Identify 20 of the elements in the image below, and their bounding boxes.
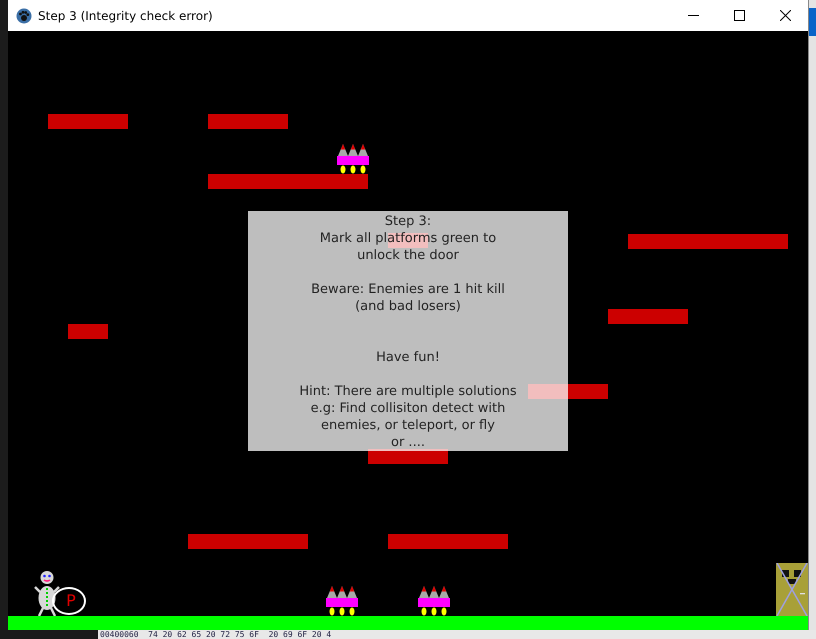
dialog-text-line: Mark all platforms green to <box>320 231 496 246</box>
maximize-icon <box>734 10 744 21</box>
dialog-text-line: or .... <box>391 435 425 450</box>
dialog-text-line: Beware: Enemies are 1 hit kill <box>311 282 505 297</box>
close-icon <box>780 10 790 21</box>
dialog-text-line: unlock the door <box>357 248 459 263</box>
paw-icon <box>16 8 32 24</box>
dialog-text-line: enemies, or teleport, or fly <box>321 418 495 433</box>
dialog-text-line: (and bad losers) <box>355 299 461 314</box>
enemy-drawing <box>326 586 358 616</box>
dialog-text-line: Hint: There are multiple solutions <box>299 384 517 399</box>
dialog-text-line: Step 3: <box>384 214 432 229</box>
platform <box>68 324 108 339</box>
enemy-drawing <box>418 586 450 616</box>
bubble-letter: P <box>65 592 76 610</box>
dialog-text-line: Have fun! <box>376 350 440 365</box>
enemy-drawing <box>337 144 369 174</box>
dialog-text-line: e.g: Find collisiton detect with <box>310 401 506 416</box>
window-title: Step 3 (Integrity check error) <box>38 8 213 22</box>
broken-door-drawing <box>776 563 808 616</box>
